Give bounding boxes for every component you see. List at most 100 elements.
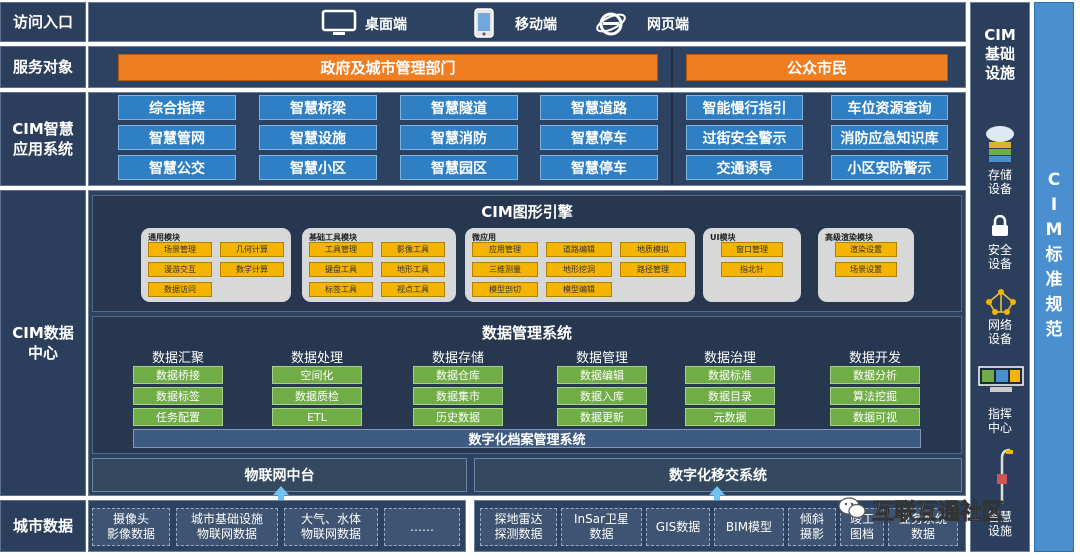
row-header-city-data: 城市数据 [0,500,86,552]
standard-char: C [1047,170,1061,190]
city-data-item: InSar卫星 数据 [561,508,642,546]
lock-icon [992,215,1008,236]
service-divider [671,47,673,87]
standard-char: 准 [1045,270,1063,290]
module-item: 地形工具 [381,262,445,277]
module-item: 数学计算 [220,262,284,277]
data-group-item: 任务配置 [133,408,223,426]
access-item-desktop: 桌面端 [321,9,431,37]
module-item: 道路编辑 [546,242,612,257]
engine-title: CIM图形引擎 [481,202,573,221]
app-button: 智慧消防 [400,125,518,150]
mobile-icon [474,8,494,38]
infra-label-command: 指挥 中心 [987,407,1012,435]
app-button: 智能慢行指引 [686,95,803,120]
city-data-item: 倾斜 摄影 [788,508,836,546]
data-group-item: 空间化 [272,366,362,384]
city-data-item: …… [384,508,460,546]
row-header-apps: CIM智慧 应用系统 [0,92,86,186]
app-button: 智慧小区 [259,155,377,180]
monitor-icon [321,9,357,35]
infra-label-security: 安全 设备 [987,243,1012,271]
browser-icon [596,12,626,36]
data-group-item: 数据更新 [557,408,647,426]
data-group-item: 历史数据 [413,408,503,426]
app-button: 智慧停车 [540,125,658,150]
standard-char: 范 [1045,320,1063,340]
data-group-item: ETL [272,408,362,426]
standard-char: 标 [1045,245,1063,265]
app-button: 消防应急知识库 [831,125,948,150]
module-item: 应用管理 [472,242,538,257]
row-header-service: 服务对象 [0,46,86,88]
app-button: 智慧桥梁 [259,95,377,120]
app-button: 综合指挥 [118,95,236,120]
module-item: 几何计算 [220,242,284,257]
module-item: 漫游交互 [148,262,212,277]
module-item: 地质模拟 [620,242,686,257]
data-group-item: 数据编辑 [557,366,647,384]
access-label-desktop: 桌面端 [365,17,407,33]
network-icon [986,289,1016,315]
cloud-storage-icon [986,126,1014,162]
app-button: 小区安防警示 [831,155,948,180]
app-button: 智慧道路 [540,95,658,120]
standard-char: I [1050,195,1058,215]
watermark: 互联互通社区 [838,494,1058,526]
infra-label-storage: 存储 设备 [987,168,1012,196]
data-group-title: 数据存储 [431,351,484,366]
access-item-mobile: 移动端 [473,8,583,39]
city-data-item: 摄像头 影像数据 [92,508,170,546]
city-data-item: 城市基础设施 物联网数据 [176,508,278,546]
city-data-item: GIS数据 [646,508,710,546]
city-data-item: BIM模型 [714,508,784,546]
data-group-item: 算法挖掘 [830,387,920,405]
module-item: 三维测量 [472,262,538,277]
data-group-item: 数据入库 [557,387,647,405]
service-target-gov: 政府及城市管理部门 [118,54,658,81]
engine-module: 高级渲染模块 渲染设置 场景设置 [818,228,914,302]
apps-divider [671,93,673,185]
module-item: 影像工具 [381,242,445,257]
command-center-icon [978,366,1024,392]
engine-module: 通用模块 场景管理 几何计算 漫游交互 数学计算 数据访问 [141,228,291,302]
app-button: 智慧设施 [259,125,377,150]
data-group-title: 数据汇聚 [151,351,204,366]
data-group-item: 数据桥接 [133,366,223,384]
app-button: 交通诱导 [686,155,803,180]
module-item: 模型编辑 [546,282,612,297]
app-button: 车位资源查询 [831,95,948,120]
engine-module: UI模块 窗口管理 指北针 [703,228,801,302]
app-button: 智慧停车 [540,155,658,180]
module-item: 场景管理 [148,242,212,257]
module-item: 视点工具 [381,282,445,297]
data-group-item: 数据标准 [685,366,775,384]
module-item: 指北针 [721,262,783,277]
data-group-item: 数据标签 [133,387,223,405]
data-mgmt-title: 数据管理系统 [481,323,572,342]
app-button: 智慧管网 [118,125,236,150]
infrastructure-title: CIM 基础 设施 [984,26,1016,82]
module-item: 路径管理 [620,262,686,277]
data-group-item: 数据可视 [830,408,920,426]
module-item: 模型剖切 [472,282,538,297]
data-group-item: 数据集市 [413,387,503,405]
access-label-mobile: 移动端 [515,17,557,33]
module-item: 标签工具 [309,282,373,297]
app-button: 智慧隧道 [400,95,518,120]
data-group-title: 数据治理 [703,351,756,366]
app-button: 智慧公交 [118,155,236,180]
app-button: 过街安全警示 [686,125,803,150]
city-data-item: 探地雷达 探测数据 [480,508,557,546]
watermark-text: 互联互通社区 [872,500,1005,526]
access-item-web: 网页端 [595,9,715,39]
data-group-title: 数据管理 [575,351,628,366]
access-panel: 桌面端 移动端 网页端 [88,2,966,42]
module-item: 场景设置 [835,262,897,277]
wechat-icon [838,497,866,519]
module-item: 渲染设置 [835,242,897,257]
data-group-item: 元数据 [685,408,775,426]
module-item: 地形挖洞 [546,262,612,277]
engine-module: 基础工具模块 工具管理 影像工具 键盘工具 地形工具 标签工具 视点工具 [302,228,456,302]
archive-system-bar: 数字化档案管理系统 [133,429,921,448]
